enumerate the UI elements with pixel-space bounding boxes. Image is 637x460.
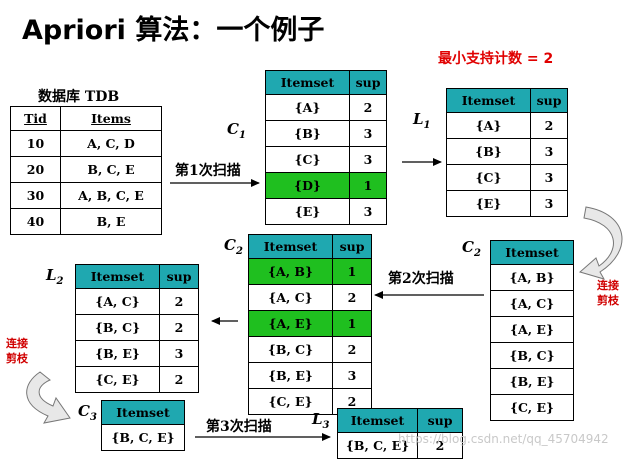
join-prune-note-left: 连接 剪枝 (6, 337, 28, 365)
join-prune-left-arrow (26, 371, 71, 424)
l2-table: Itemset sup {A, C} 2 {B, C} 2 {B, E} 3 {C, E… (75, 264, 199, 393)
c2-header-itemset: Itemset (248, 234, 333, 259)
l2-itemset: {C, E} (75, 366, 160, 393)
l2-sup: 2 (159, 314, 199, 341)
c2-candidate: {A, B} (490, 264, 574, 291)
c2-candidates-header: Itemset (490, 240, 574, 265)
c2-header-sup: sup (332, 234, 372, 259)
c1-sup: 3 (349, 120, 387, 147)
db-table: Tid Items 10 A, C, D 20 B, C, E 30 A, B, C,… (10, 106, 162, 235)
db-cell: 30 (10, 182, 61, 209)
l2-header-sup: sup (159, 264, 199, 289)
l2-label: L2 (46, 266, 64, 287)
l1-itemset: {A} (446, 112, 531, 139)
l1-header-sup: sup (530, 88, 568, 113)
join-prune-note-right: 连接 剪枝 (597, 279, 619, 307)
c1-label: C1 (227, 120, 246, 141)
c2-candidate: {B, C} (490, 342, 574, 369)
db-cell: B, E (60, 208, 162, 235)
c1-header-itemset: Itemset (265, 70, 350, 95)
c1-sup: 2 (349, 94, 387, 121)
c2-candidates-label: C2 (462, 238, 481, 259)
c2-itemset: {A, C} (248, 284, 333, 311)
c1-sup-pruned: 1 (349, 172, 387, 199)
c1-itemset: {E} (265, 198, 350, 225)
l3-label: L3 (312, 410, 330, 431)
l1-itemset: {C} (446, 164, 531, 191)
c3-label: C3 (78, 402, 97, 423)
db-cell: 20 (10, 156, 61, 183)
c2-sup-pruned: 1 (332, 258, 372, 285)
l2-sup: 2 (159, 288, 199, 315)
c2-itemset-pruned: {A, E} (248, 310, 333, 337)
l1-itemset: {B} (446, 138, 531, 165)
c1-sup: 3 (349, 146, 387, 173)
db-cell: A, C, D (60, 130, 162, 157)
c2-counted-table: Itemset sup {A, B} 1 {A, C} 2 {A, E} 1 {B, C… (248, 234, 372, 415)
c2-counted-label: C2 (224, 236, 243, 257)
l3-header-itemset: Itemset (337, 408, 418, 433)
join-prune-right-arrow (578, 206, 623, 280)
l2-itemset: {B, C} (75, 314, 160, 341)
db-header-tid: Tid (10, 106, 61, 131)
c2-candidate: {A, E} (490, 316, 574, 343)
c1-header-sup: sup (349, 70, 387, 95)
l2-itemset: {A, C} (75, 288, 160, 315)
l1-sup: 3 (530, 164, 568, 191)
db-cell: 40 (10, 208, 61, 235)
c1-itemset: {C} (265, 146, 350, 173)
l1-itemset: {E} (446, 190, 531, 217)
c2-candidates-table: Itemset {A, B} {A, C} {A, E} {B, C} {B, … (490, 240, 574, 421)
l2-sup: 3 (159, 340, 199, 367)
c1-itemset: {B} (265, 120, 350, 147)
db-cell: 10 (10, 130, 61, 157)
c1-itemset: {A} (265, 94, 350, 121)
l3-header-sup: sup (417, 408, 463, 433)
scan3-label: 第3次扫描 (206, 419, 272, 435)
l2-sup: 2 (159, 366, 199, 393)
c2-candidate: {C, E} (490, 394, 574, 421)
c2-candidate: {B, E} (490, 368, 574, 395)
l1-table: Itemset sup {A} 2 {B} 3 {C} 3 {E} 3 (446, 88, 568, 217)
c3-header: Itemset (101, 400, 185, 425)
l2-header-itemset: Itemset (75, 264, 160, 289)
scan1-label: 第1次扫描 (175, 163, 241, 179)
c1-sup: 3 (349, 198, 387, 225)
c2-sup: 2 (332, 336, 372, 363)
c2-sup: 2 (332, 284, 372, 311)
scan2-label: 第2次扫描 (388, 271, 454, 287)
watermark: https://blog.csdn.net/qq_45704942 (398, 432, 609, 446)
c2-sup-pruned: 1 (332, 310, 372, 337)
c1-table: Itemset sup {A} 2 {B} 3 {C} 3 {D} 1 {E} 3 (265, 70, 387, 225)
c1-itemset-pruned: {D} (265, 172, 350, 199)
l1-header-itemset: Itemset (446, 88, 531, 113)
l1-label: L1 (413, 110, 431, 131)
c3-table: Itemset {B, C, E} (101, 400, 185, 451)
db-header-items: Items (60, 106, 162, 131)
c2-itemset: {B, C} (248, 336, 333, 363)
l1-sup: 2 (530, 112, 568, 139)
c2-sup: 3 (332, 362, 372, 389)
db-cell: A, B, C, E (60, 182, 162, 209)
c2-candidate: {A, C} (490, 290, 574, 317)
l1-sup: 3 (530, 138, 568, 165)
l2-itemset: {B, E} (75, 340, 160, 367)
db-cell: B, C, E (60, 156, 162, 183)
c2-itemset-pruned: {A, B} (248, 258, 333, 285)
l1-sup: 3 (530, 190, 568, 217)
c2-itemset: {B, E} (248, 362, 333, 389)
c3-itemset: {B, C, E} (101, 424, 185, 451)
db-caption: 数据库 TDB (38, 89, 120, 105)
